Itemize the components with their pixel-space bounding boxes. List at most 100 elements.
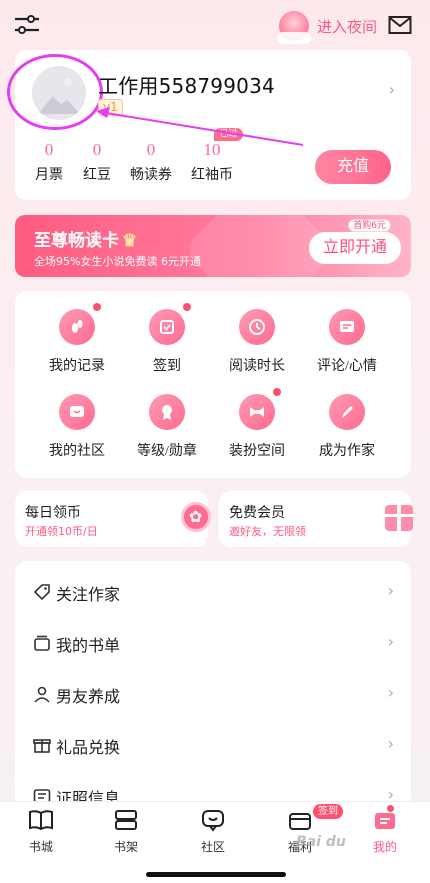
night-moon-icon [277, 11, 311, 44]
free-member-subtitle: 邀好友，无限领 [229, 525, 306, 538]
grid-item[interactable]: 阅读时长 [212, 309, 302, 375]
chat-icon [200, 808, 226, 832]
username: 工作用558799034 [98, 74, 275, 98]
chevron-right-icon: › [387, 632, 394, 651]
night-mode-label: 进入夜间 [317, 19, 378, 36]
grid-item[interactable]: 等级/勋章 [122, 394, 212, 460]
menu-list: 关注作家 › 我的书单 › 男友养成 › 礼品兑换 › 证照信息 › [15, 561, 411, 811]
chevron-right-icon: › [387, 683, 394, 702]
booklist-icon [34, 635, 50, 651]
tab-item[interactable]: 社区 [183, 808, 243, 855]
daily-coin-card[interactable]: 每日领币 开通领10币/日 [15, 491, 211, 547]
grid-item[interactable]: 成为作家 [302, 394, 392, 460]
stat-red-bean[interactable]: 0 红豆 [73, 140, 121, 184]
stat-read-voucher[interactable]: 0 畅读券 [121, 140, 181, 184]
mine-icon [372, 805, 398, 832]
settings-sliders-icon[interactable] [14, 14, 40, 36]
tab-item[interactable]: 我的 [355, 805, 415, 855]
vip-subtitle: 全场95%女生小说免费读 6元开通 [34, 255, 201, 268]
medal-icon [149, 394, 185, 430]
free-member-card[interactable]: 免费会员 邀好友，无限领 [219, 491, 413, 547]
tag-icon [33, 584, 50, 601]
notification-dot [387, 805, 394, 812]
grid-item-label: 等级/勋章 [137, 444, 197, 459]
vip-title: 至尊畅读卡 ♛ [34, 231, 138, 250]
tab-item[interactable]: 书城 [11, 808, 71, 855]
baidu-watermark: Bai du [296, 834, 346, 850]
level-badge: v1 [98, 99, 123, 116]
grid-item[interactable]: 我的记录 [32, 303, 122, 375]
grid-item-label: 成为作家 [319, 444, 375, 459]
gift-box-icon [385, 505, 413, 531]
mail-icon[interactable] [388, 15, 412, 35]
book-icon [28, 808, 54, 832]
crown-icon: ♛ [122, 231, 138, 250]
tab-label: 书架 [113, 840, 138, 854]
menu-item-label: 关注作家 [56, 587, 121, 604]
stat-value: 0 [44, 140, 54, 159]
free-member-title: 免费会员 [229, 506, 285, 521]
tab-label: 书城 [28, 840, 53, 854]
chevron-right-icon: › [387, 734, 394, 753]
top-bar: 进入夜间 [0, 0, 430, 50]
stat-value: 0 [92, 140, 102, 159]
tab-item[interactable]: 书架 [96, 808, 156, 855]
home-indicator [146, 872, 286, 877]
bottom-tab-bar: 书城 书架 社区 签到 福利 我的 [0, 801, 430, 883]
pen-icon [329, 394, 365, 430]
notification-dot [183, 303, 191, 311]
menu-item-label: 我的书单 [56, 638, 121, 655]
stat-label: 畅读券 [130, 168, 172, 183]
menu-item[interactable]: 男友养成 › [15, 669, 411, 719]
person-icon [34, 686, 50, 703]
recharge-button[interactable]: 充值 [315, 150, 391, 184]
tab-label: 社区 [200, 840, 225, 854]
first-buy-tag: 首购6元 [348, 219, 391, 232]
menu-item-label: 礼品兑换 [56, 740, 121, 757]
chevron-right-icon: › [388, 80, 395, 99]
vip-open-button[interactable]: 立即开通 [309, 232, 401, 264]
footprint-icon [59, 303, 101, 345]
daily-coin-title: 每日领币 [25, 506, 81, 521]
grid-item-label: 签到 [153, 359, 181, 374]
coin-flower-icon [181, 502, 211, 532]
notification-dot [93, 303, 101, 311]
notification-dot [273, 388, 281, 396]
gift-icon [33, 739, 51, 753]
grid-item-label: 我的社区 [49, 444, 105, 459]
bow-icon [239, 388, 281, 430]
tab-badge: 签到 [313, 804, 343, 819]
feature-grid: 我的记录 签到 阅读时长 评论/心情我的社区 等级/勋章 装扮空间 成为作家 [15, 291, 411, 478]
expire-tag: 已过期 [214, 128, 243, 152]
night-mode-toggle[interactable]: 进入夜间 [277, 10, 378, 44]
stat-value: 0 [146, 140, 156, 159]
daily-coin-subtitle: 开通领10币/日 [25, 525, 98, 538]
grid-item[interactable]: 签到 [122, 303, 212, 375]
chevron-right-icon: › [387, 581, 394, 600]
annotation-circle [7, 54, 103, 130]
comment-icon [329, 309, 365, 345]
grid-item-label: 装扮空间 [229, 444, 285, 459]
grid-item-label: 我的记录 [49, 359, 105, 374]
grid-item[interactable]: 装扮空间 [212, 388, 302, 460]
vip-banner[interactable]: 至尊畅读卡 ♛ 全场95%女生小说免费读 6元开通 首购6元 立即开通 [15, 215, 411, 277]
checkin-icon [149, 303, 191, 345]
tab-label: 我的 [372, 840, 397, 854]
clock-icon [239, 309, 275, 345]
stat-label: 红袖币 [191, 168, 233, 183]
stat-monthly-ticket[interactable]: 0 月票 [25, 140, 73, 184]
menu-item[interactable]: 礼品兑换 › [15, 720, 411, 770]
stat-value: 10 [203, 140, 221, 159]
menu-item[interactable]: 我的书单 › [15, 618, 411, 668]
grid-item[interactable]: 评论/心情 [302, 309, 392, 375]
menu-item[interactable]: 关注作家 › [15, 567, 411, 617]
grid-item[interactable]: 我的社区 [32, 394, 122, 460]
profile-card[interactable]: 工作用558799034 v1 › 0 月票 0 红豆 0 畅读券 已过期 10… [7, 50, 411, 200]
grid-item-label: 阅读时长 [229, 359, 285, 374]
shelf-icon [113, 808, 139, 832]
stat-coin[interactable]: 已过期 10 红袖币 [181, 128, 243, 184]
community-icon [59, 394, 95, 430]
stat-label: 月票 [35, 168, 63, 183]
stats-row: 0 月票 0 红豆 0 畅读券 已过期 10 红袖币 [25, 128, 243, 184]
stat-label: 红豆 [83, 168, 111, 183]
